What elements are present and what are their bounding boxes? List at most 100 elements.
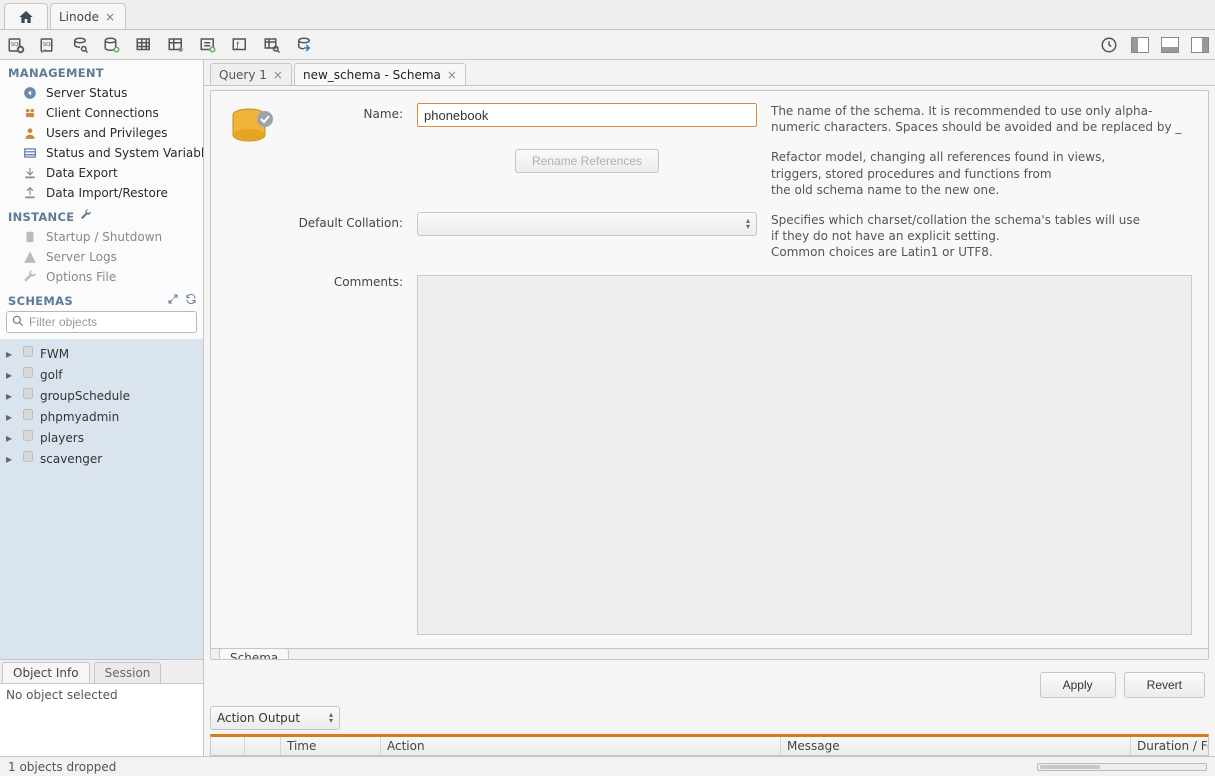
database-icon (20, 429, 36, 446)
comments-textarea[interactable] (417, 275, 1192, 635)
chevron-right-icon: ▸ (6, 431, 16, 445)
database-icon (20, 387, 36, 404)
nav-startup-shutdown[interactable]: Startup / Shutdown (0, 227, 203, 247)
chevron-right-icon: ▸ (6, 368, 16, 382)
col-status[interactable] (211, 737, 245, 755)
chevron-right-icon: ▸ (6, 452, 16, 466)
create-procedure-button[interactable] (198, 35, 218, 55)
nav-server-status[interactable]: Server Status (0, 83, 203, 103)
create-schema-button[interactable] (102, 35, 122, 55)
close-icon[interactable]: × (105, 10, 115, 24)
tab-session[interactable]: Session (94, 662, 162, 683)
apply-button[interactable]: Apply (1040, 672, 1116, 698)
schema-filter-input[interactable] (29, 315, 192, 329)
users-icon (22, 125, 38, 141)
col-message[interactable]: Message (781, 737, 1131, 755)
nav-status-variables[interactable]: Status and System Variables (0, 143, 203, 163)
default-collation-select[interactable]: ▴▾ (417, 212, 757, 236)
inspector-button[interactable] (70, 35, 90, 55)
schema-filter[interactable] (6, 311, 197, 333)
database-icon (20, 366, 36, 383)
schema-tree[interactable]: ▸FWM ▸ golf ▸ groupSchedule ▸ phpmyadmin ▸p… (0, 339, 203, 659)
nav-users-privileges[interactable]: Users and Privileges (0, 123, 203, 143)
nav-item-label: Data Export (46, 166, 118, 180)
new-sql-tab-button[interactable]: SQL (6, 35, 26, 55)
search-table-data-button[interactable] (262, 35, 282, 55)
revert-button[interactable]: Revert (1124, 672, 1205, 698)
home-icon (17, 9, 35, 25)
schema-label: groupSchedule (40, 389, 130, 403)
reconnect-button[interactable] (294, 35, 314, 55)
open-sql-script-button[interactable]: SQL (38, 35, 58, 55)
navigator-sidebar: MANAGEMENT Server Status Client Connecti… (0, 60, 204, 756)
col-index[interactable] (245, 737, 281, 755)
update-icon[interactable] (1099, 35, 1119, 55)
col-duration[interactable]: Duration / Fetch (1131, 737, 1208, 755)
rename-references-button[interactable]: Rename References (515, 149, 659, 173)
create-table-button[interactable] (134, 35, 154, 55)
refresh-icon[interactable] (185, 293, 197, 308)
output-type-label: Action Output (217, 711, 300, 725)
toggle-bottom-panel[interactable] (1161, 37, 1179, 53)
nav-item-label: Server Logs (46, 250, 117, 264)
label-comments: Comments: (293, 275, 403, 638)
schema-label: phpmyadmin (40, 410, 119, 424)
create-function-button[interactable]: ƒ (230, 35, 250, 55)
tab-home[interactable] (4, 3, 48, 29)
schema-item[interactable]: ▸ phpmyadmin (0, 406, 203, 427)
label-name: Name: (293, 103, 403, 121)
output-type-select[interactable]: Action Output ▴▾ (210, 706, 340, 730)
schema-item[interactable]: ▸players (0, 427, 203, 448)
instance-title-text: INSTANCE (8, 210, 74, 224)
statusbar-text: 1 objects dropped (8, 760, 116, 774)
nav-item-label: Data Import/Restore (46, 186, 168, 200)
schema-item[interactable]: ▸FWM (0, 343, 203, 364)
expand-icon[interactable] (167, 293, 179, 308)
close-icon[interactable]: × (273, 68, 283, 82)
database-icon (20, 345, 36, 362)
hint-collation: Specifies which charset/collation the sc… (771, 212, 1192, 261)
status-icon (22, 85, 38, 101)
options-icon (22, 269, 38, 285)
nav-item-label: Startup / Shutdown (46, 230, 162, 244)
schema-item[interactable]: ▸ golf (0, 364, 203, 385)
schema-label: golf (40, 368, 63, 382)
chevron-right-icon: ▸ (6, 410, 16, 424)
startup-icon (22, 229, 38, 245)
editor-tab-label: new_schema - Schema (303, 68, 441, 82)
create-view-button[interactable] (166, 35, 186, 55)
nav-item-label: Users and Privileges (46, 126, 168, 140)
label-collation: Default Collation: (293, 212, 403, 230)
editor-tab-query1[interactable]: Query 1 × (210, 63, 292, 85)
tab-connection[interactable]: Linode × (50, 3, 126, 29)
instance-section-title: INSTANCE (0, 203, 203, 227)
schema-name-input[interactable] (417, 103, 757, 127)
nav-item-label: Status and System Variables (46, 146, 203, 160)
col-action[interactable]: Action (381, 737, 781, 755)
toggle-left-panel[interactable] (1131, 37, 1149, 53)
tab-object-info[interactable]: Object Info (2, 662, 90, 683)
database-icon (20, 408, 36, 425)
schema-item[interactable]: ▸ groupSchedule (0, 385, 203, 406)
statusbar-scroll[interactable] (1037, 763, 1207, 771)
nav-item-label: Server Status (46, 86, 127, 100)
object-info-body: No object selected (0, 684, 203, 756)
chevron-right-icon: ▸ (6, 389, 16, 403)
nav-server-logs[interactable]: Server Logs (0, 247, 203, 267)
nav-data-export[interactable]: Data Export (0, 163, 203, 183)
export-icon (22, 165, 38, 181)
svg-text:SQL: SQL (43, 41, 53, 47)
logs-icon (22, 249, 38, 265)
col-time[interactable]: Time (281, 737, 381, 755)
editor-tab-schema[interactable]: new_schema - Schema × (294, 63, 466, 85)
nav-data-import[interactable]: Data Import/Restore (0, 183, 203, 203)
inner-tab-schema[interactable]: Schema (219, 648, 289, 661)
schema-item[interactable]: ▸scavenger (0, 448, 203, 469)
nav-client-connections[interactable]: Client Connections (0, 103, 203, 123)
close-icon[interactable]: × (447, 68, 457, 82)
nav-options-file[interactable]: Options File (0, 267, 203, 287)
spinner-icon: ▴▾ (746, 218, 750, 230)
toggle-right-panel[interactable] (1191, 37, 1209, 53)
schema-icon (227, 103, 275, 151)
database-icon (20, 450, 36, 467)
